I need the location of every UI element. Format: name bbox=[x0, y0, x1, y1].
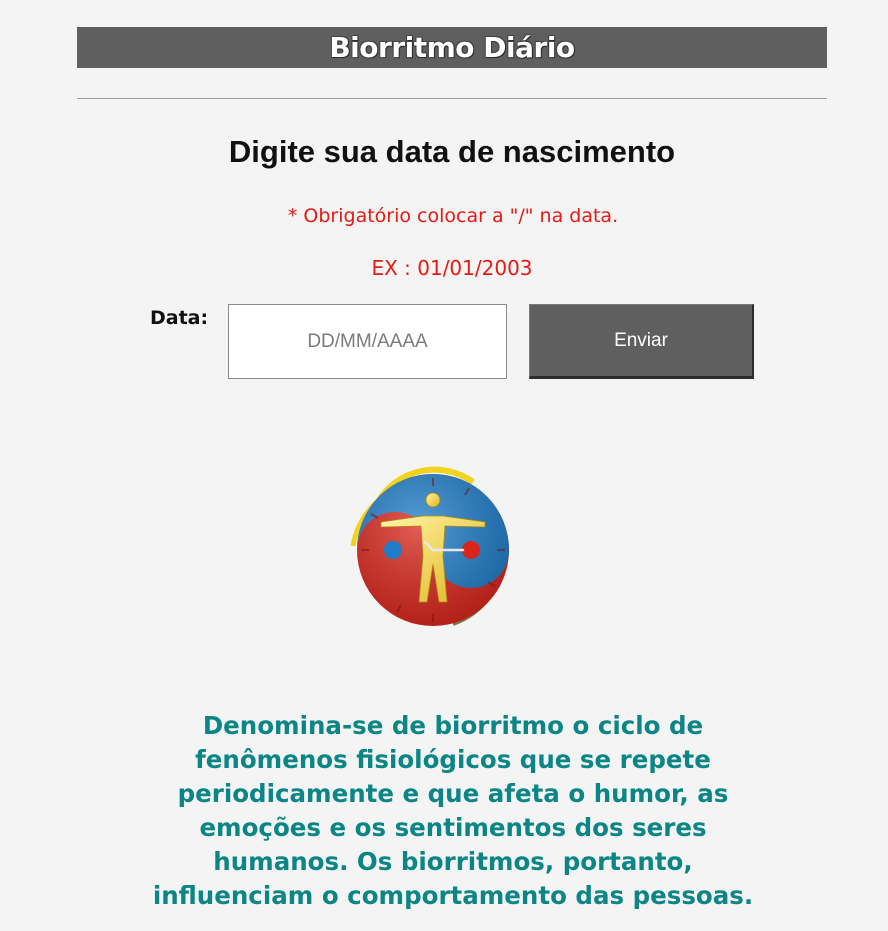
date-label: Data: bbox=[150, 307, 209, 329]
form-heading: Digite sua data de nascimento bbox=[228, 134, 676, 169]
example-note: EX : 01/01/2003 bbox=[371, 256, 533, 280]
biorhythm-logo-icon bbox=[350, 466, 509, 626]
required-note: * Obrigatório colocar a "/" na data. bbox=[287, 205, 619, 227]
header-bar: Biorritmo Diário bbox=[77, 27, 827, 68]
page-title: Biorritmo Diário bbox=[329, 31, 575, 64]
biorhythm-description: Denomina-se de biorritmo o ciclo de fenô… bbox=[152, 711, 754, 910]
birthdate-input[interactable] bbox=[228, 304, 507, 379]
submit-button[interactable]: Enviar bbox=[529, 304, 754, 379]
divider bbox=[77, 98, 827, 99]
